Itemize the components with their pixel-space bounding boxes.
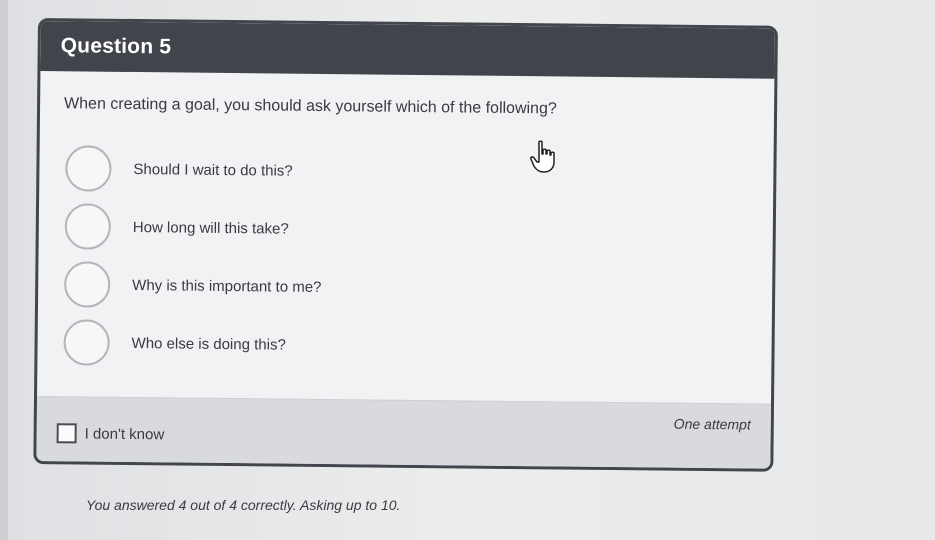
option-label: Who else is doing this? [131, 334, 286, 354]
question-prompt: When creating a goal, you should ask you… [64, 95, 557, 118]
answer-option-4[interactable]: Who else is doing this? [63, 313, 664, 377]
radio-button[interactable] [65, 145, 112, 192]
answer-option-3[interactable]: Why is this important to me? [63, 255, 665, 319]
answer-option-2[interactable]: How long will this take? [64, 197, 666, 261]
i-dont-know-label: I don't know [84, 425, 165, 443]
option-label: Should I wait to do this? [133, 160, 293, 180]
question-header: Question 5 [40, 21, 775, 79]
window-edge [0, 0, 8, 540]
question-card: Question 5 When creating a goal, you sho… [33, 18, 778, 472]
radio-button[interactable] [63, 319, 110, 366]
question-title: Question 5 [60, 34, 172, 59]
answer-options: Should I wait to do this? How long will … [63, 139, 665, 377]
progress-status: You answered 4 out of 4 correctly. Askin… [86, 497, 401, 513]
hand-pointer-icon [530, 140, 555, 173]
answer-option-1[interactable]: Should I wait to do this? [65, 139, 666, 203]
i-dont-know-checkbox[interactable] [56, 423, 77, 444]
radio-button[interactable] [64, 203, 112, 250]
i-dont-know-option[interactable]: I don't know [56, 423, 165, 444]
option-label: How long will this take? [132, 218, 289, 238]
screen: Question 5 When creating a goal, you sho… [0, 0, 935, 540]
radio-button[interactable] [63, 261, 111, 308]
question-footer: I don't know One attempt [36, 396, 772, 469]
option-label: Why is this important to me? [132, 276, 322, 296]
attempt-info: One attempt [673, 415, 751, 433]
